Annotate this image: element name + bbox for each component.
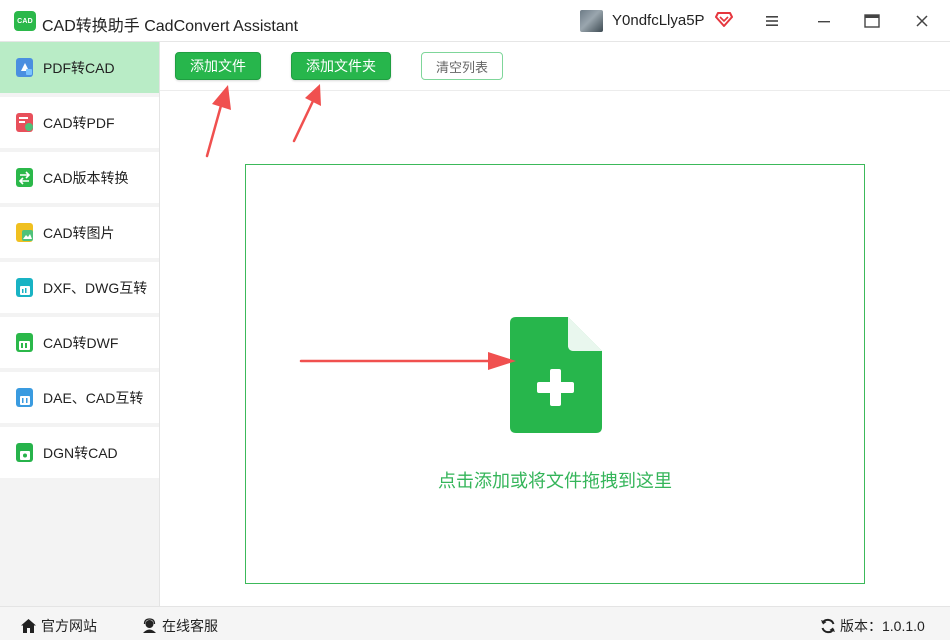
home-icon — [21, 619, 36, 633]
app-title: CAD转换助手 CadConvert Assistant — [42, 18, 299, 35]
sidebar-item-label: CAD转PDF — [43, 114, 115, 131]
cad-to-dwf-icon — [16, 333, 33, 352]
diamond-vip-icon[interactable] — [715, 10, 733, 28]
add-file-button[interactable]: 添加文件 — [175, 52, 261, 80]
sidebar-item-label: CAD转图片 — [43, 224, 115, 241]
dgn-to-cad-icon — [16, 443, 33, 462]
user-name[interactable]: Y0ndfcLlya5P — [612, 12, 705, 29]
version-prefix: 版本： — [840, 618, 882, 634]
menu-icon — [766, 16, 778, 26]
sidebar-item-dgn-to-cad[interactable]: DGN转CAD — [0, 427, 159, 478]
sidebar-item-label: CAD转DWF — [43, 334, 119, 351]
dae-cad-icon — [16, 388, 33, 407]
clear-list-button[interactable]: 清空列表 — [421, 52, 503, 80]
customer-service-icon — [143, 618, 156, 633]
close-button[interactable] — [908, 8, 936, 34]
app-logo: CAD — [14, 11, 36, 31]
menu-button[interactable] — [758, 8, 786, 34]
arrow-to-add-folder — [292, 84, 321, 143]
add-folder-button[interactable]: 添加文件夹 — [291, 52, 391, 80]
dxf-dwg-icon — [16, 278, 33, 297]
toolbar: 添加文件 添加文件夹 清空列表 — [160, 42, 950, 91]
sidebar-item-label: DGN转CAD — [43, 444, 118, 461]
minimize-icon — [818, 21, 830, 23]
version-info: 版本： 1.0.1.0 — [820, 616, 925, 636]
minimize-button[interactable] — [810, 8, 838, 34]
online-service-label: 在线客服 — [162, 618, 218, 634]
close-icon — [916, 15, 928, 27]
sidebar-item-label: PDF转CAD — [43, 59, 115, 76]
sidebar: PDF转CAD CAD转PDF CAD版本转换 CAD转图片 DXF、DWG互转… — [0, 42, 160, 606]
sidebar-item-label: DXF、DWG互转 — [43, 279, 148, 296]
sidebar-item-cad-to-pdf[interactable]: CAD转PDF — [0, 97, 159, 148]
sidebar-item-cad-to-dwf[interactable]: CAD转DWF — [0, 317, 159, 368]
official-website-label: 官方网站 — [41, 618, 97, 634]
maximize-button[interactable] — [858, 8, 886, 34]
maximize-icon — [864, 14, 880, 28]
online-service-link[interactable]: 在线客服 — [141, 616, 218, 636]
user-avatar[interactable] — [580, 10, 603, 32]
cad-to-pdf-icon — [16, 113, 33, 132]
sidebar-item-cad-to-image[interactable]: CAD转图片 — [0, 207, 159, 258]
drop-zone-hint: 点击添加或将文件拖拽到这里 — [438, 471, 672, 491]
app-window: CAD CAD转换助手 CadConvert Assistant Y0ndfcL… — [0, 0, 950, 640]
sidebar-item-dae-cad[interactable]: DAE、CAD互转 — [0, 372, 159, 423]
status-bar: 官方网站 在线客服 版本： 1.0.1.0 — [0, 606, 950, 640]
sidebar-item-pdf-to-cad[interactable]: PDF转CAD — [0, 42, 159, 93]
sidebar-item-dxf-dwg[interactable]: DXF、DWG互转 — [0, 262, 159, 313]
cad-to-image-icon — [16, 223, 33, 242]
add-file-icon[interactable] — [510, 317, 602, 433]
refresh-icon — [821, 618, 835, 634]
sidebar-item-label: CAD版本转换 — [43, 169, 129, 186]
file-drop-zone[interactable]: 点击添加或将文件拖拽到这里 — [245, 164, 865, 584]
arrow-to-add-file — [205, 85, 231, 158]
title-bar: CAD CAD转换助手 CadConvert Assistant Y0ndfcL… — [0, 0, 950, 42]
sidebar-item-cad-version[interactable]: CAD版本转换 — [0, 152, 159, 203]
official-website-link[interactable]: 官方网站 — [20, 616, 97, 636]
pdf-to-cad-icon — [16, 58, 33, 77]
sidebar-item-label: DAE、CAD互转 — [43, 389, 144, 406]
cad-version-icon — [16, 168, 33, 187]
version-number: 1.0.1.0 — [882, 618, 925, 634]
